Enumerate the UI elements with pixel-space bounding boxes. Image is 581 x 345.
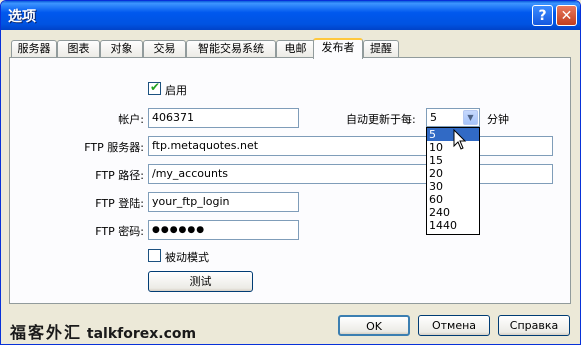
mouse-cursor-icon — [453, 129, 467, 150]
account-field[interactable]: 406371 — [148, 108, 299, 128]
interval-select[interactable]: 5 ▼ — [426, 108, 480, 127]
window-title: 选项 — [8, 9, 36, 25]
tab-trade[interactable]: 交易 — [143, 40, 186, 57]
passive-mode-label: 被动模式 — [165, 251, 209, 264]
ftp-server-field[interactable]: ftp.metaquotes.net — [148, 136, 553, 156]
ftp-login-field[interactable]: your_ftp_login — [148, 192, 299, 212]
chevron-down-icon[interactable]: ▼ — [463, 110, 478, 125]
tab-charts[interactable]: 图表 — [57, 40, 100, 57]
ftp-path-label: FTP 路径: — [95, 169, 144, 182]
cancel-button[interactable]: Отмена — [418, 315, 490, 336]
tab-expert-advisors[interactable]: 智能交易系统 — [186, 40, 276, 57]
watermark-en: talkforex.com — [86, 326, 197, 342]
ftp-server-label: FTP 服务器: — [84, 141, 144, 154]
interval-value: 5 — [430, 111, 437, 124]
watermark: 福客外汇 talkforex.com — [10, 319, 196, 343]
tab-alerts[interactable]: 提醒 — [363, 40, 399, 57]
interval-option[interactable]: 30 — [427, 180, 479, 193]
help-button[interactable]: Справка — [498, 315, 570, 336]
interval-option[interactable]: 15 — [427, 154, 479, 167]
passive-mode-checkbox[interactable] — [148, 249, 161, 262]
close-icon[interactable]: ✕ — [556, 5, 577, 26]
auto-update-label: 自动更新于每: — [346, 113, 416, 126]
tab-server[interactable]: 服务器 — [11, 40, 57, 57]
ok-button[interactable]: OK — [338, 315, 410, 336]
ftp-password-field[interactable]: ●●●●●● — [148, 220, 299, 240]
help-icon[interactable]: ? — [532, 5, 553, 26]
test-button[interactable]: 测试 — [148, 271, 253, 292]
check-icon: ✔ — [150, 80, 161, 94]
interval-unit-label: 分钟 — [487, 113, 509, 126]
interval-option[interactable]: 240 — [427, 206, 479, 219]
ftp-path-field[interactable]: /my_accounts — [148, 164, 553, 184]
enable-label: 启用 — [165, 84, 187, 97]
tab-publisher[interactable]: 发布者 — [313, 38, 363, 59]
interval-option[interactable]: 20 — [427, 167, 479, 180]
ftp-login-label: FTP 登陆: — [95, 197, 144, 210]
tab-objects[interactable]: 对象 — [100, 40, 143, 57]
account-label: 帐户: — [118, 113, 144, 126]
title-bar[interactable]: 选项 ? ✕ — [1, 1, 580, 30]
interval-option[interactable]: 60 — [427, 193, 479, 206]
tab-email[interactable]: 电邮 — [276, 40, 315, 57]
options-dialog: 选项 ? ✕ 服务器 图表 对象 交易 智能交易系统 电邮 发布者 提醒 ✔ 启… — [0, 0, 581, 345]
watermark-cn: 福客外汇 — [10, 323, 83, 342]
enable-checkbox[interactable]: ✔ — [148, 80, 161, 95]
ftp-password-label: FTP 密码: — [95, 225, 144, 238]
interval-option[interactable]: 1440 — [427, 219, 479, 232]
